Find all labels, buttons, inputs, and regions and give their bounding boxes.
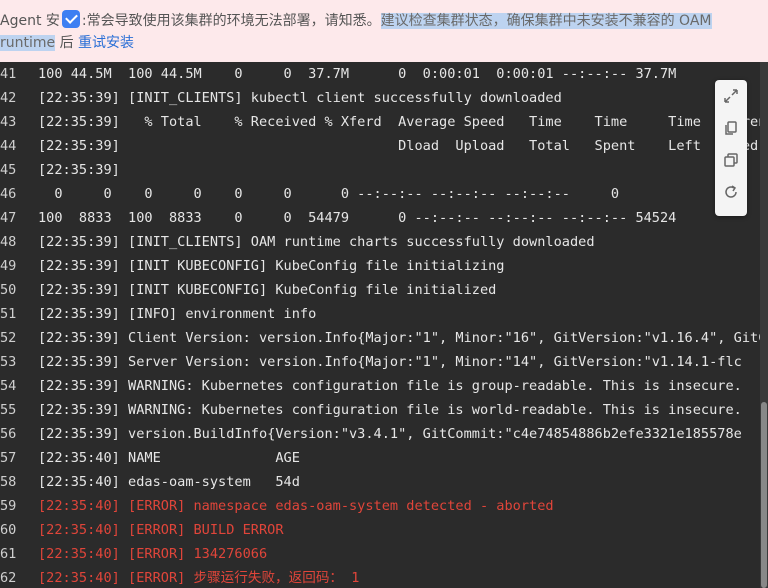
scrollbar-thumb[interactable]: [761, 402, 767, 588]
log-text: [22:35:40] [ERROR] namespace edas-oam-sy…: [38, 498, 554, 514]
log-text: [22:35:39] WARNING: Kubernetes configura…: [38, 402, 742, 418]
log-text: [22:35:39] [INIT_CLIENTS] kubectl client…: [38, 90, 562, 106]
line-number: 57: [0, 450, 17, 466]
line-number: 50: [0, 282, 17, 298]
log-text: [22:35:39] Server Version: version.Info{…: [38, 354, 742, 370]
console-toolbar: [715, 80, 747, 216]
line-number: 44: [0, 138, 17, 154]
warning-after: 后: [55, 35, 79, 51]
log-text: [22:35:39] [INIT KUBECONFIG] KubeConfig …: [38, 282, 497, 298]
line-number: 56: [0, 426, 17, 442]
line-number: 54: [0, 378, 17, 394]
log-text: [22:35:40] [ERROR] 134276066: [38, 546, 268, 562]
copy-all-icon[interactable]: [719, 148, 743, 172]
line-number: 55: [0, 402, 17, 418]
log-text: [22:35:39] WARNING: Kubernetes configura…: [38, 378, 742, 394]
log-text: [22:35:39] Dload Upload Total Spent Left…: [38, 138, 759, 154]
line-number: 45: [0, 162, 17, 178]
log-text: [22:35:39] [INFO] environment info: [38, 306, 317, 322]
warning-banner: Agent 安:常会导致使用该集群的环境无法部署，请知悉。建议检查集群状态，确保…: [0, 0, 768, 62]
line-number: 42: [0, 90, 17, 106]
log-text: [22:35:39] [INIT_CLIENTS] OAM runtime ch…: [38, 234, 595, 250]
agent-icon: [61, 10, 80, 28]
log-text: [22:35:39] Client Version: version.Info{…: [38, 330, 760, 346]
line-number: 52: [0, 330, 17, 346]
log-text: [22:35:40] NAME AGE: [38, 450, 300, 466]
log-text: [22:35:40] [ERROR] BUILD ERROR: [38, 522, 284, 538]
copy-icon[interactable]: [719, 116, 743, 140]
refresh-icon[interactable]: [719, 180, 743, 204]
log-text: [22:35:39] % Total % Received % Xferd Av…: [38, 114, 760, 130]
log-text: 100 44.5M 100 44.5M 0 0 37.7M 0 0:00:01 …: [38, 66, 677, 82]
log-text: [22:35:39] version.BuildInfo{Version:"v3…: [38, 426, 742, 442]
line-number: 41: [0, 66, 17, 82]
console-scrollbar[interactable]: [760, 62, 768, 588]
log-text: 100 8833 100 8833 0 0 54479 0 --:--:-- -…: [38, 210, 677, 226]
line-number: 49: [0, 258, 17, 274]
line-number: 62: [0, 570, 17, 586]
line-number: 51: [0, 306, 17, 322]
line-number: 60: [0, 522, 17, 538]
line-number: 59: [0, 498, 17, 514]
expand-icon[interactable]: [719, 84, 743, 108]
line-number: 53: [0, 354, 17, 370]
log-text: [22:35:40] edas-oam-system 54d: [38, 474, 300, 490]
line-number: 43: [0, 114, 17, 130]
log-text: 0 0 0 0 0 0 0 --:--:-- --:--:-- --:--:--…: [38, 186, 620, 202]
retry-install-link[interactable]: 重试安装: [78, 35, 134, 51]
warning-prefix: Agent 安: [0, 13, 60, 29]
log-console[interactable]: 41 100 44.5M 100 44.5M 0 0 37.7M 0 0:00:0…: [0, 62, 760, 588]
line-number: 61: [0, 546, 17, 562]
line-number: 47: [0, 210, 17, 226]
log-text: [22:35:40] [ERROR] 步骤运行失败，返回码： 1: [38, 570, 360, 586]
warning-middle: :常会导致使用该集群的环境无法部署，请知悉。: [81, 13, 381, 29]
log-text: [22:35:39]: [38, 162, 120, 178]
log-text: [22:35:39] [INIT KUBECONFIG] KubeConfig …: [38, 258, 505, 274]
warning-message: Agent 安:常会导致使用该集群的环境无法部署，请知悉。建议检查集群状态，确保…: [0, 10, 768, 54]
line-number: 46: [0, 186, 17, 202]
line-number: 58: [0, 474, 17, 490]
line-number: 48: [0, 234, 17, 250]
